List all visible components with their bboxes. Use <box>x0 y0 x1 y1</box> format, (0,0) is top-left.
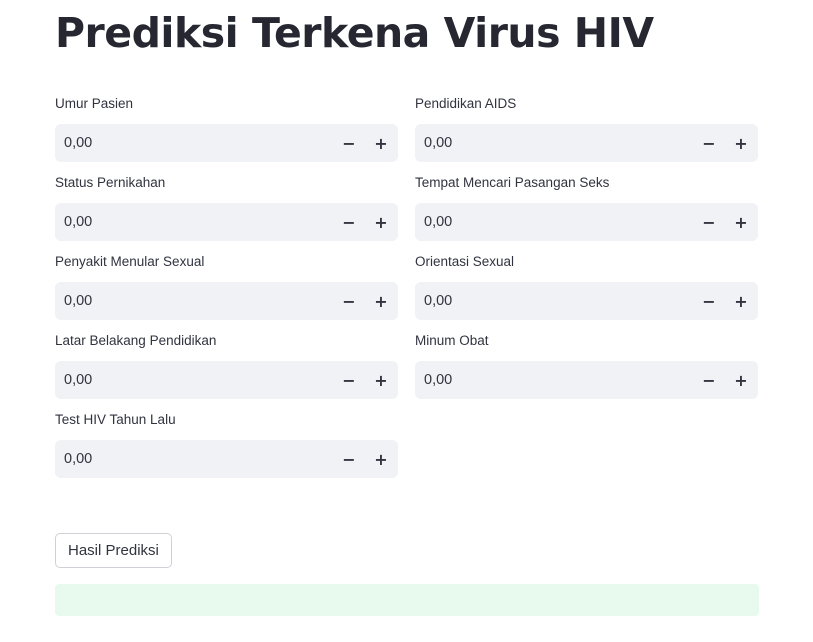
increment-button[interactable]: + <box>365 203 397 241</box>
number-input: 0,00 − + <box>55 440 398 478</box>
number-input: 0,00 − + <box>415 124 758 162</box>
field-status-pernikahan: Status Pernikahan 0,00 − + <box>55 173 398 241</box>
number-input-value[interactable]: 0,00 <box>55 124 333 162</box>
decrement-button[interactable]: − <box>693 282 725 320</box>
decrement-button[interactable]: − <box>333 203 365 241</box>
decrement-button[interactable]: − <box>333 361 365 399</box>
result-alert <box>55 584 759 616</box>
number-input: 0,00 − + <box>415 282 758 320</box>
field-pendidikan-aids: Pendidikan AIDS 0,00 − + <box>415 94 758 162</box>
number-input-value[interactable]: 0,00 <box>55 361 333 399</box>
number-input-value[interactable]: 0,00 <box>55 203 333 241</box>
predict-button[interactable]: Hasil Prediksi <box>55 533 172 568</box>
increment-button[interactable]: + <box>725 124 757 162</box>
increment-button[interactable]: + <box>365 361 397 399</box>
increment-button[interactable]: + <box>365 282 397 320</box>
increment-button[interactable]: + <box>725 282 757 320</box>
field-umur-pasien: Umur Pasien 0,00 − + <box>55 94 398 162</box>
number-input-value[interactable]: 0,00 <box>55 440 333 478</box>
increment-button[interactable]: + <box>365 440 397 478</box>
number-input: 0,00 − + <box>55 203 398 241</box>
app-page: Prediksi Terkena Virus HIV Umur Pasien 0… <box>0 0 813 642</box>
increment-button[interactable]: + <box>725 361 757 399</box>
number-input-value[interactable]: 0,00 <box>415 282 693 320</box>
field-label: Penyakit Menular Sexual <box>55 254 205 269</box>
increment-button[interactable]: + <box>365 124 397 162</box>
decrement-button[interactable]: − <box>693 203 725 241</box>
decrement-button[interactable]: − <box>693 361 725 399</box>
field-latar-belakang-pendidikan: Latar Belakang Pendidikan 0,00 − + <box>55 331 398 399</box>
number-input: 0,00 − + <box>55 124 398 162</box>
number-input-value[interactable]: 0,00 <box>415 203 693 241</box>
field-label: Tempat Mencari Pasangan Seks <box>415 175 610 190</box>
page-title: Prediksi Terkena Virus HIV <box>55 9 654 57</box>
field-minum-obat: Minum Obat 0,00 − + <box>415 331 758 399</box>
number-input: 0,00 − + <box>415 361 758 399</box>
number-input: 0,00 − + <box>55 282 398 320</box>
field-orientasi-sexual: Orientasi Sexual 0,00 − + <box>415 252 758 320</box>
field-label: Umur Pasien <box>55 96 134 111</box>
number-input: 0,00 − + <box>55 361 398 399</box>
field-label: Minum Obat <box>415 333 489 348</box>
field-penyakit-menular-sexual: Penyakit Menular Sexual 0,00 − + <box>55 252 398 320</box>
field-label: Pendidikan AIDS <box>415 96 517 111</box>
field-label: Orientasi Sexual <box>415 254 515 269</box>
decrement-button[interactable]: − <box>333 440 365 478</box>
number-input-value[interactable]: 0,00 <box>415 124 693 162</box>
prediction-form: Umur Pasien 0,00 − + Pendidikan AIDS 0,0… <box>55 94 758 478</box>
field-test-hiv-tahun-lalu: Test HIV Tahun Lalu 0,00 − + <box>55 410 398 478</box>
number-input: 0,00 − + <box>415 203 758 241</box>
field-label: Test HIV Tahun Lalu <box>55 412 176 427</box>
increment-button[interactable]: + <box>725 203 757 241</box>
number-input-value[interactable]: 0,00 <box>55 282 333 320</box>
decrement-button[interactable]: − <box>693 124 725 162</box>
field-tempat-mencari-pasangan: Tempat Mencari Pasangan Seks 0,00 − + <box>415 173 758 241</box>
field-label: Status Pernikahan <box>55 175 166 190</box>
number-input-value[interactable]: 0,00 <box>415 361 693 399</box>
decrement-button[interactable]: − <box>333 282 365 320</box>
decrement-button[interactable]: − <box>333 124 365 162</box>
field-label: Latar Belakang Pendidikan <box>55 333 217 348</box>
